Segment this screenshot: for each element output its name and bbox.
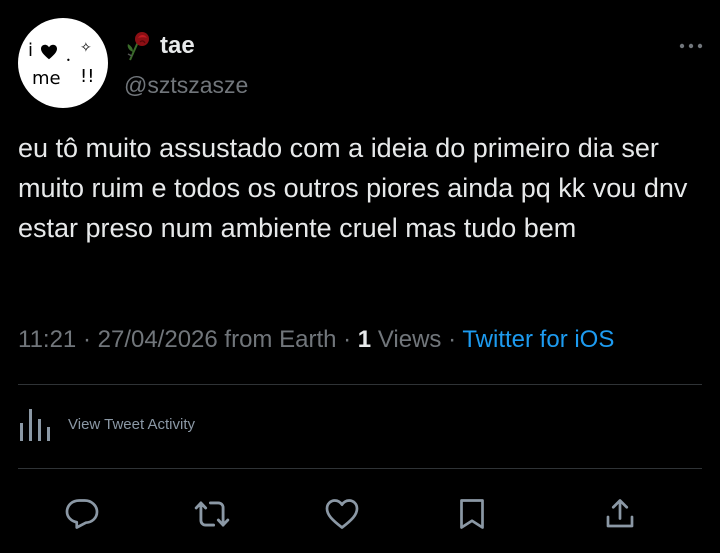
reply-button[interactable] [60, 492, 104, 536]
views-label: Views [377, 326, 442, 353]
action-bar [0, 492, 720, 536]
name-row: tae [124, 30, 195, 62]
tweet-text: eu tô muito assustado com a ideia do pri… [18, 133, 688, 243]
meta-separator: · [82, 326, 91, 353]
share-icon [606, 499, 634, 528]
views-count: 1 [357, 326, 372, 353]
tweet-meta: 11:21 · 27/04/2026 from Earth · 1 Views … [18, 326, 614, 354]
reply-icon [65, 499, 99, 529]
divider [18, 468, 702, 469]
meta-separator: · [343, 326, 352, 353]
bookmark-button[interactable] [450, 492, 494, 536]
heart-icon [41, 44, 57, 60]
rose-icon [127, 32, 149, 61]
share-button[interactable] [598, 492, 642, 536]
more-options-icon[interactable] [678, 30, 704, 56]
retweet-icon [194, 501, 230, 527]
analytics-icon [20, 409, 50, 441]
tweet-time[interactable]: 11:21 [18, 326, 76, 353]
user-handle[interactable]: @sztszasze [124, 72, 248, 99]
avatar[interactable]: i ✧ • me !! [18, 18, 108, 108]
tweet-date[interactable]: 27/04/2026 [98, 326, 218, 353]
tweet-location: from Earth [224, 326, 337, 353]
avatar-text-i: i [28, 40, 34, 61]
meta-separator: · [448, 326, 457, 353]
avatar-text-exclaim: !! [80, 66, 95, 87]
view-tweet-activity-label: View Tweet Activity [68, 415, 196, 433]
dot-icon: • [66, 56, 71, 65]
sparkle-icon: ✧ [80, 40, 92, 56]
retweet-button[interactable] [190, 492, 234, 536]
like-icon [325, 499, 359, 529]
bookmark-icon [460, 499, 484, 529]
avatar-text-me: me [32, 68, 61, 89]
view-tweet-activity-button[interactable]: View Tweet Activity [18, 405, 195, 443]
tweet-source-link[interactable]: Twitter for iOS [462, 326, 614, 353]
like-button[interactable] [320, 492, 364, 536]
divider [18, 384, 702, 385]
display-name[interactable]: tae [160, 32, 195, 60]
